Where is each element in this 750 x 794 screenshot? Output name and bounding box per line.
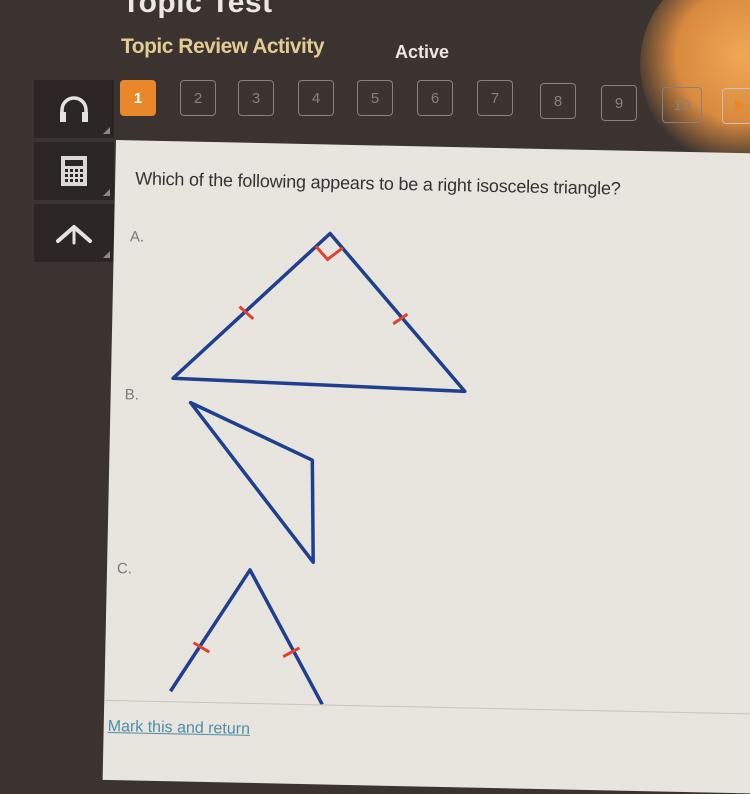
tool-sidebar <box>34 80 116 266</box>
option-figures <box>169 230 468 706</box>
option-b-triangle[interactable] <box>187 400 316 564</box>
reference-tool-button[interactable] <box>34 204 114 262</box>
question-panel: Which of the following appears to be a r… <box>102 140 750 794</box>
right-angle-mark <box>314 245 344 262</box>
tool-menu-corner <box>103 127 110 134</box>
question-button-1[interactable]: 1 <box>120 80 156 116</box>
option-a-triangle[interactable] <box>171 230 468 394</box>
question-button-3[interactable]: 3 <box>238 80 274 116</box>
calculator-tool-button[interactable] <box>34 142 114 200</box>
calculator-icon <box>61 156 87 186</box>
option-c-triangle[interactable] <box>169 568 325 706</box>
status-label: Active <box>395 42 450 62</box>
screen-glare <box>640 0 750 160</box>
page-title: Topic Test <box>122 0 273 19</box>
question-button-8[interactable]: 8 <box>540 83 576 119</box>
question-button-5[interactable]: 5 <box>357 80 393 116</box>
question-button-9[interactable]: 9 <box>601 85 637 121</box>
question-button-4[interactable]: 4 <box>298 80 334 116</box>
next-question-button[interactable] <box>722 88 750 124</box>
audio-tool-button[interactable] <box>34 80 114 138</box>
mark-and-return-link[interactable]: Mark this and return <box>108 718 251 739</box>
play-triangle-icon <box>735 99 745 113</box>
question-button-2[interactable]: 2 <box>180 80 216 116</box>
question-button-6[interactable]: 6 <box>417 80 453 116</box>
question-button-7[interactable]: 7 <box>477 80 513 116</box>
arrow-up-icon <box>56 225 92 245</box>
tool-menu-corner <box>103 189 110 196</box>
tool-menu-corner <box>103 251 110 258</box>
activity-subtitle: Topic Review Activity <box>121 35 325 58</box>
question-button-10[interactable]: 10 <box>662 87 702 123</box>
headphones-icon <box>60 96 88 122</box>
